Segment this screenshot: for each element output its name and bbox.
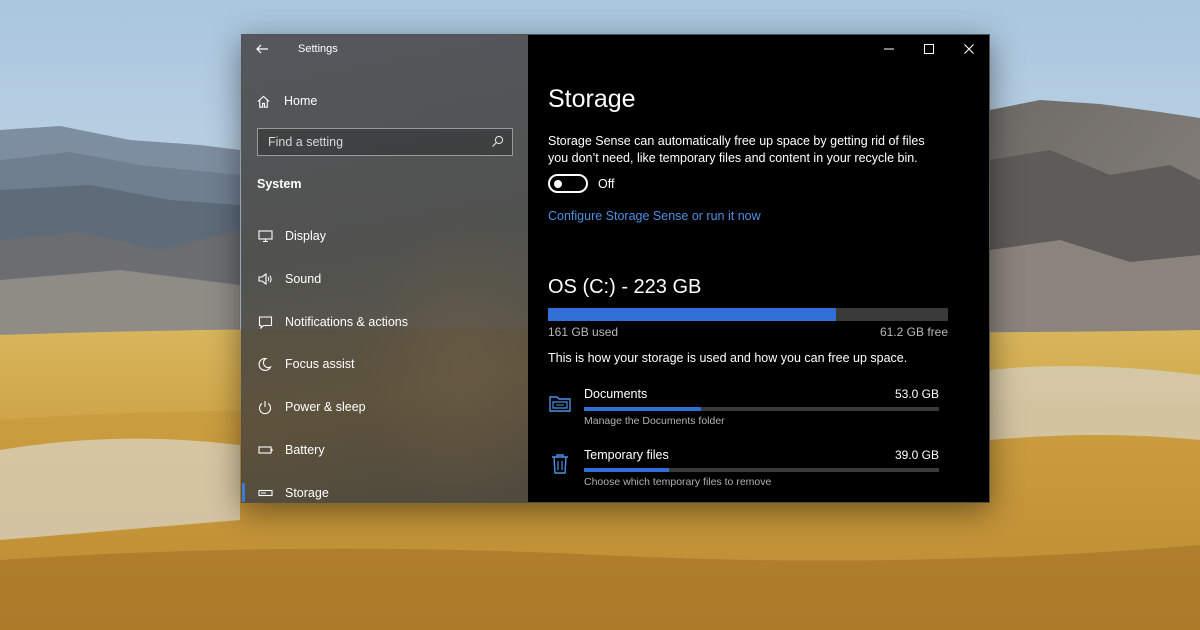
maximize-button[interactable]: [909, 35, 949, 63]
sidebar-item-sound[interactable]: Sound: [242, 267, 528, 291]
drive-used-label: 161 GB used: [548, 325, 619, 339]
battery-icon: [257, 442, 273, 458]
title-bar: Settings: [242, 35, 528, 65]
home-nav-item[interactable]: Home: [256, 91, 317, 111]
storage-info-text: This is how your storage is used and how…: [548, 351, 908, 365]
folder-icon: [548, 391, 572, 415]
category-size: 53.0 GB: [894, 387, 939, 401]
sound-icon: [257, 271, 273, 287]
window-controls: [869, 35, 989, 63]
home-icon: [257, 95, 270, 108]
app-title: Settings: [298, 43, 338, 55]
category-subtitle: Manage the Documents folder: [584, 415, 725, 427]
notifications-icon: [257, 314, 273, 330]
sidebar-item-label: Storage: [285, 486, 329, 500]
minimize-button[interactable]: [869, 35, 909, 63]
close-icon: [964, 44, 974, 54]
storage-sense-description: Storage Sense can automatically free up …: [548, 134, 925, 165]
home-label: Home: [284, 94, 318, 108]
drive-title: OS (C:) - 223 GB: [548, 276, 702, 298]
back-button[interactable]: [255, 42, 271, 58]
category-name: Documents: [584, 387, 648, 401]
category-usage-bar: [584, 468, 939, 472]
page-title: Storage: [548, 85, 636, 113]
settings-window: Settings Home System Display: [241, 34, 990, 503]
sidebar-item-label: Notifications & actions: [285, 315, 408, 329]
configure-storage-sense-link[interactable]: Configure Storage Sense or run it now: [548, 209, 761, 223]
back-arrow-icon: [256, 44, 268, 54]
toggle-knob: [554, 179, 562, 188]
search-input[interactable]: [268, 135, 483, 149]
trash-icon: [548, 452, 572, 476]
maximize-icon: [924, 44, 934, 54]
focus-assist-icon: [257, 356, 273, 372]
category-usage-fill: [584, 407, 702, 411]
storage-sense-toggle[interactable]: [548, 174, 588, 193]
settings-sidebar: Settings Home System Display: [242, 35, 528, 502]
minimize-icon: [884, 48, 894, 50]
sidebar-item-notifications[interactable]: Notifications & actions: [242, 310, 528, 334]
category-name: Temporary files: [584, 448, 669, 462]
sidebar-item-battery[interactable]: Battery: [242, 438, 528, 462]
sidebar-item-label: Focus assist: [285, 357, 355, 371]
toggle-state-label: Off: [598, 177, 615, 191]
drive-usage-bar: [548, 308, 948, 321]
drive-usage-fill: [548, 308, 836, 321]
sidebar-item-label: Display: [285, 229, 326, 243]
sidebar-item-label: Battery: [285, 443, 325, 457]
storage-icon: [257, 485, 273, 501]
sidebar-item-power-sleep[interactable]: Power & sleep: [242, 395, 528, 419]
category-usage-bar: [584, 407, 939, 411]
power-icon: [257, 399, 273, 415]
sidebar-item-focus-assist[interactable]: Focus assist: [242, 352, 528, 376]
category-subtitle: Choose which temporary files to remove: [584, 476, 772, 488]
search-icon: [492, 135, 504, 147]
sidebar-item-storage[interactable]: Storage: [242, 481, 528, 502]
sidebar-item-label: Power & sleep: [285, 400, 366, 414]
sidebar-item-label: Sound: [285, 272, 322, 286]
storage-page: Storage Storage Sense can automatically …: [528, 35, 989, 502]
section-title-system: System: [257, 177, 302, 191]
category-size: 39.0 GB: [894, 448, 939, 462]
close-button[interactable]: [949, 35, 989, 63]
category-usage-fill: [584, 468, 670, 472]
drive-free-label: 61.2 GB free: [879, 325, 948, 339]
display-icon: [257, 228, 273, 244]
sidebar-item-display[interactable]: Display: [242, 224, 528, 248]
category-temporary-files[interactable]: Temporary files 39.0 GB Choose which tem…: [548, 448, 948, 498]
search-box[interactable]: [257, 128, 513, 156]
category-documents[interactable]: Documents 53.0 GB Manage the Documents f…: [548, 387, 948, 437]
